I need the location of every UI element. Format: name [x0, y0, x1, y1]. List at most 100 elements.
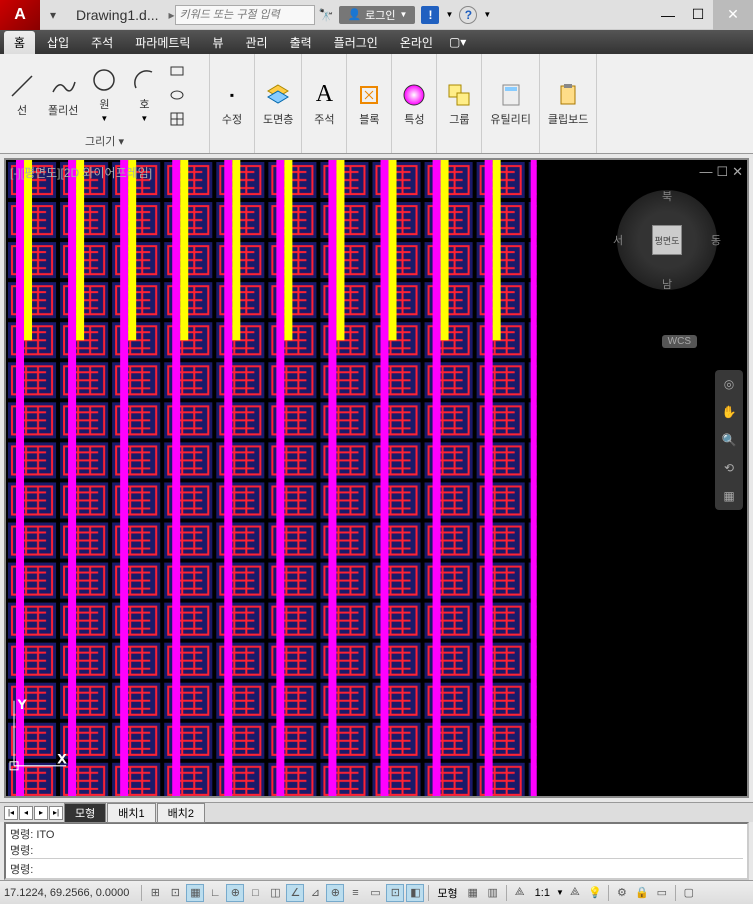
tool-group[interactable]: 그룹	[441, 79, 477, 129]
binoculars-icon[interactable]: 🔭	[319, 8, 334, 22]
command-prompt[interactable]: 명령:	[10, 858, 743, 877]
tool-annotation[interactable]: A주석	[306, 79, 342, 129]
view-cube[interactable]: 평면도 북 남 서 동	[617, 190, 717, 290]
status-workspace[interactable]: ⚙	[613, 884, 631, 902]
tool-block[interactable]: 블록	[351, 79, 387, 129]
tool-properties[interactable]: 특성	[396, 79, 432, 129]
tool-line[interactable]: 선	[4, 70, 40, 120]
status-clean-screen[interactable]: ▢	[680, 884, 698, 902]
app-icon[interactable]: A	[0, 0, 40, 30]
tab-model[interactable]: 모형	[64, 803, 106, 823]
status-osnap[interactable]: □	[246, 884, 264, 902]
compass-west[interactable]: 서	[613, 232, 623, 248]
svg-text:X: X	[58, 752, 66, 766]
arc-icon	[130, 66, 158, 94]
status-model-space[interactable]: 모형	[433, 885, 461, 901]
menu-output[interactable]: 출력	[280, 31, 322, 54]
menu-extra-icon[interactable]: ▢▾	[449, 35, 466, 49]
circle-icon	[90, 66, 118, 94]
tool-modify[interactable]: ▪수정	[214, 79, 250, 129]
group-icon	[445, 81, 473, 109]
viewport-maximize[interactable]: ☐	[716, 164, 728, 180]
command-history-2: 명령:	[10, 842, 743, 858]
nav-orbit-icon[interactable]: ⟲	[719, 458, 739, 478]
scale-dropdown[interactable]: ▼	[556, 888, 564, 897]
tool-circle[interactable]: 원 ▼	[86, 64, 122, 125]
viewport-close[interactable]: ✕	[732, 164, 743, 180]
status-annoscale-icon[interactable]: ⟁	[511, 884, 529, 902]
status-qp[interactable]: ⊡	[386, 884, 404, 902]
rectangle-icon[interactable]	[166, 60, 188, 82]
status-grid2[interactable]: ▦	[464, 884, 482, 902]
tab-nav-prev[interactable]: ◂	[19, 806, 33, 820]
status-lock-icon[interactable]: 🔒	[633, 884, 651, 902]
help-button[interactable]: ?	[459, 6, 477, 24]
document-title: Drawing1.d...	[66, 7, 168, 23]
menu-online[interactable]: 온라인	[390, 31, 443, 54]
status-grid3[interactable]: ▥	[484, 884, 502, 902]
info-button[interactable]: !	[421, 6, 439, 24]
viewport-minimize[interactable]: —	[699, 164, 712, 180]
svg-text:Y: Y	[18, 698, 26, 712]
status-sc[interactable]: ◧	[406, 884, 424, 902]
tab-nav-next[interactable]: ▸	[34, 806, 48, 820]
menu-annotate[interactable]: 주석	[81, 31, 123, 54]
nav-wheel-icon[interactable]: ◎	[719, 374, 739, 394]
tab-nav-first[interactable]: |◂	[4, 806, 18, 820]
tab-nav-last[interactable]: ▸|	[49, 806, 63, 820]
tool-arc[interactable]: 호 ▼	[126, 64, 162, 125]
menu-plugin[interactable]: 플러그인	[324, 31, 388, 54]
help-dropdown[interactable]: ▼	[483, 10, 491, 19]
maximize-button[interactable]: ☐	[683, 0, 713, 30]
menu-parametric[interactable]: 파라메트릭	[125, 31, 200, 54]
login-button[interactable]: 👤 로그인 ▼	[339, 6, 415, 24]
status-bulb-icon[interactable]: 💡	[586, 884, 604, 902]
close-button[interactable]: ✕	[713, 0, 753, 30]
status-lwt[interactable]: ≡	[346, 884, 364, 902]
menu-manage[interactable]: 관리	[235, 31, 277, 54]
tool-polyline[interactable]: 폴리선	[44, 70, 82, 120]
status-tpy[interactable]: ▭	[366, 884, 384, 902]
compass-north[interactable]: 북	[662, 188, 672, 204]
status-polar[interactable]: ⊕	[226, 884, 244, 902]
layout-tabs: |◂ ◂ ▸ ▸| 모형 배치1 배치2	[0, 802, 753, 822]
status-ortho[interactable]: ∟	[206, 884, 224, 902]
status-ducs[interactable]: ⊿	[306, 884, 324, 902]
viewport-label[interactable]: [-][평면도][2D 와이어프레임]	[10, 164, 152, 181]
hatch-icon[interactable]	[166, 108, 188, 130]
spline-icon[interactable]	[166, 84, 188, 106]
tool-utility[interactable]: 유틸리티	[486, 79, 534, 129]
status-grid[interactable]: ▦	[186, 884, 204, 902]
search-input[interactable]	[175, 5, 315, 25]
status-3dosnap[interactable]: ◫	[266, 884, 284, 902]
compass-cube-top[interactable]: 평면도	[652, 225, 682, 255]
compass-east[interactable]: 동	[711, 232, 721, 248]
info-dropdown[interactable]: ▼	[445, 10, 453, 19]
status-otrack[interactable]: ∠	[286, 884, 304, 902]
minimize-button[interactable]: —	[653, 0, 683, 30]
clipboard-icon	[554, 81, 582, 109]
command-window[interactable]: 명령: ITO 명령: 명령:	[4, 822, 749, 880]
tab-layout1[interactable]: 배치1	[107, 803, 155, 823]
status-scale[interactable]: 1:1	[531, 887, 554, 899]
status-infer[interactable]: ⊞	[146, 884, 164, 902]
menu-view[interactable]: 뷰	[202, 31, 233, 54]
wcs-badge[interactable]: WCS	[662, 335, 697, 348]
coordinates[interactable]: 17.1224, 69.2566, 0.0000	[4, 887, 137, 899]
nav-pan-icon[interactable]: ✋	[719, 402, 739, 422]
status-hardware[interactable]: ▭	[653, 884, 671, 902]
tool-clipboard[interactable]: 클립보드	[544, 79, 592, 129]
status-dyn[interactable]: ⊕	[326, 884, 344, 902]
tab-layout2[interactable]: 배치2	[157, 803, 205, 823]
nav-zoom-icon[interactable]: 🔍	[719, 430, 739, 450]
nav-showmotion-icon[interactable]: ▦	[719, 486, 739, 506]
compass-south[interactable]: 남	[662, 276, 672, 292]
panel-title-draw[interactable]: 그리기 ▾	[4, 131, 205, 149]
status-annovis[interactable]: ⟁	[566, 884, 584, 902]
menu-insert[interactable]: 삽입	[37, 31, 79, 54]
status-snap[interactable]: ⊡	[166, 884, 184, 902]
qat-dropdown[interactable]: ▾	[44, 6, 62, 24]
tool-layers[interactable]: 도면층	[259, 79, 297, 129]
drawing-canvas[interactable]: [-][평면도][2D 와이어프레임] — ☐ ✕	[4, 158, 749, 798]
menu-home[interactable]: 홈	[4, 31, 35, 54]
